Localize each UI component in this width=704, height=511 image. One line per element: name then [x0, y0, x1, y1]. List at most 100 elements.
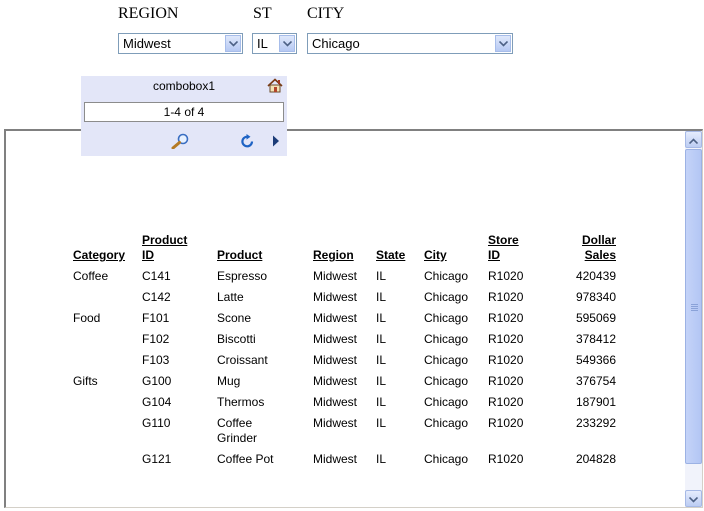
- cell-state: IL: [376, 374, 387, 388]
- cell-sales: 978340: [575, 290, 616, 304]
- scroll-thumb[interactable]: [685, 149, 702, 464]
- city-select[interactable]: Chicago: [307, 33, 513, 54]
- cell-city: Chicago: [424, 452, 469, 466]
- cell-category: Gifts: [73, 374, 98, 388]
- st-select-value: IL: [257, 36, 268, 51]
- cell-category: Food: [73, 311, 101, 325]
- header-sales-line1: Dollar: [581, 233, 616, 247]
- cell-category: Coffee: [73, 269, 109, 283]
- next-arrow-icon[interactable]: [272, 135, 280, 150]
- scroll-down-button[interactable]: [685, 490, 702, 507]
- cell-city: Chicago: [424, 374, 469, 388]
- city-label: CITY: [307, 5, 345, 22]
- header-sales-line2: Sales: [584, 248, 616, 262]
- cell-product: Latte: [217, 290, 244, 304]
- chevron-down-icon[interactable]: [495, 35, 511, 52]
- header-state: State: [376, 248, 406, 262]
- cell-city: Chicago: [424, 269, 469, 283]
- cell-region: Midwest: [313, 311, 358, 325]
- cell-product: Scone: [217, 311, 252, 325]
- cell-product: Mug: [217, 374, 241, 388]
- cell-region: Midwest: [313, 416, 358, 430]
- chevron-down-icon[interactable]: [279, 35, 295, 52]
- st-select[interactable]: IL: [252, 33, 297, 54]
- cell-state: IL: [376, 269, 387, 283]
- cell-sales: 378412: [575, 332, 616, 346]
- chevron-up-icon: [688, 133, 699, 147]
- cell-sales: 187901: [575, 395, 616, 409]
- cell-sales: 376754: [575, 374, 616, 388]
- cell-store-id: R1020: [488, 374, 524, 388]
- cell-product: Espresso: [217, 269, 268, 283]
- cell-state: IL: [376, 332, 387, 346]
- cell-region: Midwest: [313, 290, 358, 304]
- cell-product-id: G110: [142, 416, 171, 430]
- header-product-id-line1: Product: [142, 233, 188, 247]
- cell-sales: 233292: [575, 416, 616, 430]
- cell-product-id: F101: [142, 311, 170, 325]
- cell-store-id: R1020: [488, 290, 524, 304]
- header-store-id-line1: Store: [488, 233, 519, 247]
- cell-state: IL: [376, 395, 387, 409]
- cell-store-id: R1020: [488, 311, 524, 325]
- cell-product: Thermos: [217, 395, 265, 409]
- chevron-down-icon: [688, 492, 699, 506]
- cell-product: Coffee: [217, 416, 253, 430]
- cell-city: Chicago: [424, 290, 469, 304]
- city-select-value: Chicago: [312, 36, 360, 51]
- cell-product-id: F102: [142, 332, 170, 346]
- cell-state: IL: [376, 416, 387, 430]
- cell-region: Midwest: [313, 452, 358, 466]
- cell-region: Midwest: [313, 374, 358, 388]
- cell-state: IL: [376, 311, 387, 325]
- cell-product: Coffee Pot: [217, 452, 274, 466]
- cell-store-id: R1020: [488, 353, 524, 367]
- header-product: Product: [217, 248, 263, 262]
- cell-city: Chicago: [424, 395, 469, 409]
- cell-store-id: R1020: [488, 452, 524, 466]
- magnifier-icon[interactable]: [171, 133, 191, 152]
- cell-product-id: C141: [142, 269, 171, 283]
- cell-city: Chicago: [424, 311, 469, 325]
- cell-region: Midwest: [313, 332, 358, 346]
- cell-product-id: G121: [142, 452, 172, 466]
- cell-product: Biscotti: [217, 332, 256, 346]
- cell-product: Croissant: [217, 353, 268, 367]
- header-store-id-line2: ID: [488, 248, 500, 262]
- cell-store-id: R1020: [488, 416, 524, 430]
- combobox-panel: combobox1 1-4 of 4: [81, 76, 287, 156]
- scroll-up-button[interactable]: [685, 131, 702, 148]
- cell-product-id: F103: [142, 353, 170, 367]
- header-product-id-line2: ID: [142, 248, 154, 262]
- cell-product-id: C142: [142, 290, 171, 304]
- region-select-value: Midwest: [123, 36, 171, 51]
- cell-city: Chicago: [424, 353, 469, 367]
- header-city: City: [424, 248, 447, 262]
- cell-sales: 549366: [575, 353, 616, 367]
- combobox-title: combobox1: [152, 79, 216, 93]
- cell-sales: 204828: [575, 452, 616, 466]
- chevron-down-icon[interactable]: [225, 35, 241, 52]
- cell-city: Chicago: [424, 332, 469, 346]
- cell-product-id: G100: [142, 374, 172, 388]
- cell-sales: 595069: [575, 311, 616, 325]
- cell-region: Midwest: [313, 269, 358, 283]
- cell-store-id: R1020: [488, 269, 524, 283]
- cell-state: IL: [376, 290, 387, 304]
- cell-state: IL: [376, 452, 387, 466]
- header-region: Region: [313, 248, 354, 262]
- cell-store-id: R1020: [488, 332, 524, 346]
- cell-region: Midwest: [313, 395, 358, 409]
- home-icon[interactable]: [267, 78, 283, 96]
- region-select[interactable]: Midwest: [118, 33, 243, 54]
- cell-sales: 420439: [575, 269, 616, 283]
- cell-product-id: G104: [142, 395, 172, 409]
- cell-state: IL: [376, 353, 387, 367]
- vertical-scrollbar[interactable]: [685, 131, 702, 507]
- cell-store-id: R1020: [488, 395, 524, 409]
- st-label: ST: [253, 5, 272, 22]
- region-label: REGION: [118, 5, 179, 22]
- cell-region: Midwest: [313, 353, 358, 367]
- record-range: 1-4 of 4: [84, 102, 284, 122]
- refresh-icon[interactable]: [240, 134, 255, 152]
